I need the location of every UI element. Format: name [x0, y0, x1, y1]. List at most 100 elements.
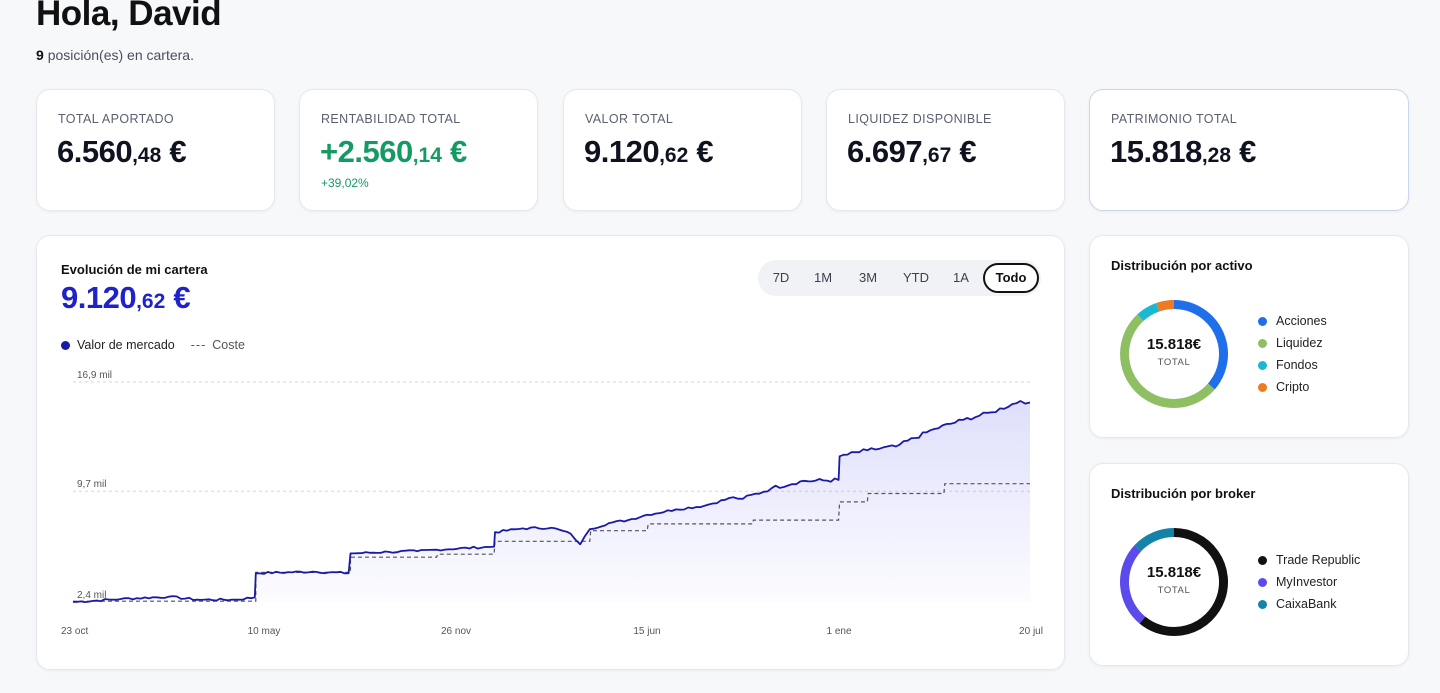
- market-value-dot-icon: [61, 340, 70, 350]
- legend-item-label: Liquidez: [1276, 336, 1323, 350]
- stat-card-patrimonio-total: PATRIMONIO TOTAL 15.818,28 €: [1089, 89, 1409, 211]
- chart-value-dec: ,62: [136, 290, 166, 313]
- time-range-selector: 7D 1M 3M YTD 1A Todo: [758, 260, 1041, 296]
- legend-item-myinvestor: MyInvestor: [1258, 571, 1360, 593]
- stat-value-int: 6.697: [847, 134, 923, 169]
- x-tick-label: 10 may: [248, 626, 281, 637]
- chart-value-int: 9.120: [61, 280, 137, 315]
- chart-legend: Valor de mercado --- Coste: [61, 338, 245, 352]
- donut-slice-fondos[interactable]: [1137, 302, 1160, 322]
- x-tick-label: 26 nov: [441, 626, 471, 637]
- x-tick-label: 23 oct: [61, 626, 88, 637]
- cripto-dot-icon: [1258, 382, 1267, 392]
- positions-summary: 9 posición(es) en cartera.: [36, 47, 194, 63]
- y-tick-label: 16,9 mil: [77, 370, 112, 381]
- range-7d-button[interactable]: 7D: [764, 263, 798, 293]
- acciones-dot-icon: [1258, 316, 1267, 326]
- cost-dash-icon: ---: [190, 338, 207, 352]
- chart-current-value: 9.120,62 €: [61, 280, 191, 316]
- asset-distribution-title: Distribución por activo: [1111, 258, 1253, 273]
- x-tick-label: 20 jul: [1019, 626, 1043, 637]
- legend-item-caixabank: CaixaBank: [1258, 593, 1360, 615]
- broker-total-label: TOTAL: [1157, 585, 1191, 596]
- chart-value-currency: €: [165, 280, 191, 315]
- stat-value: 9.120,62 €: [584, 134, 714, 170]
- stat-card-rentabilidad-total: RENTABILIDAD TOTAL +2.560,14 € +39,02%: [299, 89, 538, 211]
- range-1m-button[interactable]: 1M: [806, 263, 840, 293]
- positions-count: 9: [36, 47, 44, 63]
- asset-total-amount: 15.818€: [1146, 336, 1202, 353]
- stat-card-liquidez-disponible: LIQUIDEZ DISPONIBLE 6.697,67 €: [826, 89, 1065, 211]
- stat-value-currency: €: [441, 134, 467, 169]
- stat-value-currency: €: [161, 134, 187, 169]
- portfolio-evolution-card: 16,9 mil 9,7 mil 2,4 mil 23 oct 10 may 26 no…: [36, 235, 1065, 670]
- stat-value-dec: ,62: [659, 144, 689, 167]
- greeting-title: Hola, David: [36, 0, 222, 33]
- stat-card-total-aportado: TOTAL APORTADO 6.560,48 €: [36, 89, 275, 211]
- stat-value-dec: ,28: [1201, 144, 1232, 167]
- legend-item-label: Acciones: [1276, 314, 1327, 328]
- myinvestor-dot-icon: [1258, 577, 1267, 587]
- positions-text: posición(es) en cartera.: [47, 47, 194, 63]
- asset-legend: Acciones Liquidez Fondos Cripto: [1258, 310, 1327, 398]
- caixabank-dot-icon: [1258, 599, 1267, 609]
- stat-value: 15.818,28 €: [1110, 134, 1256, 170]
- asset-distribution-card: Distribución por activo 15.818€ TOTAL Ac…: [1089, 235, 1409, 438]
- broker-legend: Trade Republic MyInvestor CaixaBank: [1258, 549, 1360, 615]
- stat-value: +2.560,14 €: [320, 134, 467, 170]
- legend-item-label: Trade Republic: [1276, 553, 1361, 567]
- asset-total-label: TOTAL: [1157, 357, 1191, 368]
- stat-value-int: 9.120: [584, 134, 660, 169]
- stat-label: VALOR TOTAL: [585, 112, 674, 126]
- stat-value-dec: ,14: [412, 144, 442, 167]
- stat-card-valor-total: VALOR TOTAL 9.120,62 €: [563, 89, 802, 211]
- y-tick-label: 2,4 mil: [77, 590, 106, 601]
- stat-value-int: 6.560: [57, 134, 133, 169]
- stat-value-int: +2.560: [320, 134, 413, 169]
- broker-distribution-title: Distribución por broker: [1111, 486, 1256, 501]
- stat-value-dec: ,48: [132, 144, 162, 167]
- range-ytd-button[interactable]: YTD: [895, 263, 937, 293]
- trade-republic-dot-icon: [1258, 555, 1267, 565]
- stat-label: LIQUIDEZ DISPONIBLE: [848, 112, 992, 126]
- legend-market-value: Valor de mercado: [77, 338, 175, 352]
- y-tick-label: 9,7 mil: [77, 479, 106, 490]
- chart-title: Evolución de mi cartera: [61, 262, 208, 277]
- market-value-area: [73, 401, 1030, 603]
- legend-item-label: CaixaBank: [1276, 597, 1337, 611]
- stat-label: TOTAL APORTADO: [58, 112, 175, 126]
- range-todo-button[interactable]: Todo: [983, 263, 1039, 293]
- stat-value-dec: ,67: [922, 144, 952, 167]
- liquidez-dot-icon: [1258, 338, 1267, 348]
- donut-slice-cripto[interactable]: [1156, 300, 1175, 312]
- legend-cost: Coste: [212, 338, 245, 352]
- stat-value: 6.560,48 €: [57, 134, 187, 170]
- asset-donut-center: 15.818€ TOTAL: [1118, 336, 1230, 368]
- stat-value-currency: €: [1231, 134, 1256, 169]
- broker-total-amount: 15.818€: [1146, 564, 1202, 581]
- range-1a-button[interactable]: 1A: [945, 263, 977, 293]
- stat-change-percent: +39,02%: [321, 176, 369, 190]
- legend-item-acciones: Acciones: [1258, 310, 1327, 332]
- stat-value: 6.697,67 €: [847, 134, 977, 170]
- range-3m-button[interactable]: 3M: [850, 263, 886, 293]
- legend-item-label: Fondos: [1276, 358, 1318, 372]
- fondos-dot-icon: [1258, 360, 1267, 370]
- broker-donut-center: 15.818€ TOTAL: [1118, 564, 1230, 596]
- portfolio-line-chart: 16,9 mil 9,7 mil 2,4 mil 23 oct 10 may 26 no…: [61, 370, 1043, 637]
- donut-slice-caixabank[interactable]: [1134, 528, 1175, 552]
- legend-item-trade-republic: Trade Republic: [1258, 549, 1360, 571]
- x-tick-label: 15 jun: [633, 626, 660, 637]
- x-tick-label: 1 ene: [826, 626, 851, 637]
- legend-item-label: Cripto: [1276, 380, 1310, 394]
- stat-label: RENTABILIDAD TOTAL: [321, 112, 461, 126]
- stat-value-currency: €: [688, 134, 714, 169]
- legend-item-cripto: Cripto: [1258, 376, 1327, 398]
- stat-value-currency: €: [951, 134, 977, 169]
- stat-value-int: 15.818: [1110, 134, 1202, 169]
- legend-item-liquidez: Liquidez: [1258, 332, 1327, 354]
- broker-distribution-card: Distribución por broker 15.818€ TOTAL Tr…: [1089, 463, 1409, 666]
- legend-item-label: MyInvestor: [1276, 575, 1338, 589]
- legend-item-fondos: Fondos: [1258, 354, 1327, 376]
- stat-label: PATRIMONIO TOTAL: [1111, 112, 1238, 126]
